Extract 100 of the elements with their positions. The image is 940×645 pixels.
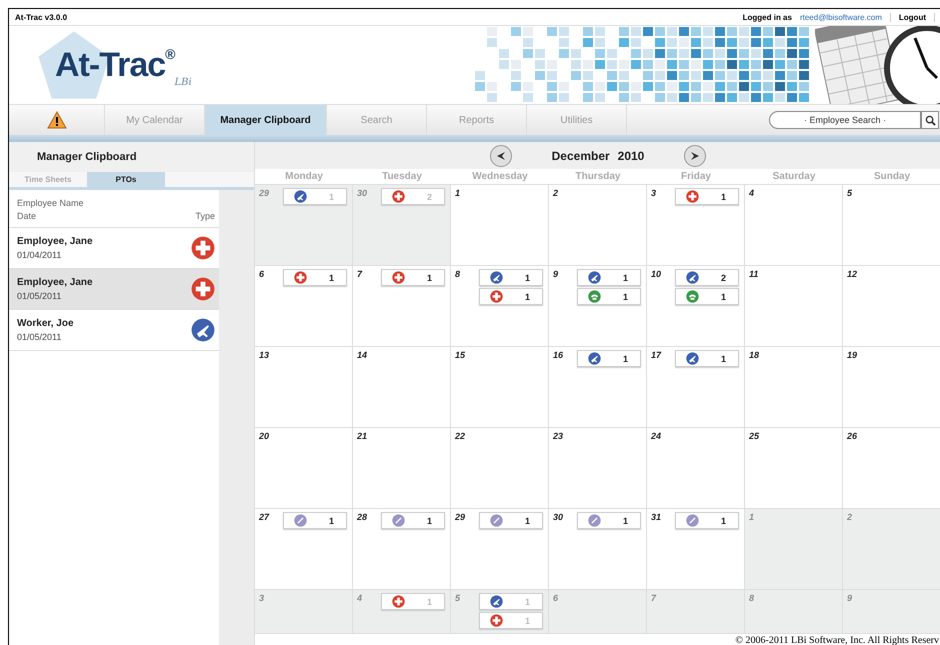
- day-cell[interactable]: 31 1: [647, 508, 745, 589]
- day-cell[interactable]: 1: [451, 184, 549, 265]
- day-number: 25: [749, 431, 760, 443]
- leave-entry[interactable]: 1: [381, 269, 445, 286]
- leave-entry[interactable]: 1: [577, 288, 641, 305]
- logout-link[interactable]: Logout: [890, 12, 935, 22]
- day-cell[interactable]: 23: [549, 427, 647, 508]
- day-cell[interactable]: 3 1: [647, 184, 745, 265]
- warning-icon[interactable]: [46, 111, 66, 129]
- plane-icon: [191, 318, 215, 342]
- previous-month-button[interactable]: [490, 144, 512, 167]
- panel-title: Manager Clipboard: [9, 142, 254, 172]
- day-number: 2: [847, 512, 854, 524]
- day-number: 6: [259, 269, 266, 281]
- day-cell[interactable]: 14: [353, 346, 451, 427]
- day-number: 7: [651, 593, 658, 605]
- employee-name: Employee, Jane: [17, 277, 93, 288]
- day-cell[interactable]: 6 1: [255, 265, 353, 346]
- day-cell[interactable]: 2: [549, 184, 647, 265]
- day-number: 13: [259, 350, 270, 362]
- plane-icon: [588, 352, 601, 365]
- phone-icon: [686, 290, 699, 303]
- column-header: Date: [17, 211, 38, 221]
- day-cell[interactable]: 20: [255, 427, 353, 508]
- day-cell[interactable]: 28 1: [353, 508, 451, 589]
- leave-count: 1: [328, 192, 334, 202]
- day-cell[interactable]: 29 1: [451, 508, 549, 589]
- cross-icon: [490, 614, 503, 627]
- day-cell[interactable]: 30 1: [549, 508, 647, 589]
- weekday-header: Saturday: [772, 171, 816, 182]
- logged-in-label: Logged in as: [742, 12, 792, 22]
- day-cell[interactable]: 21: [353, 427, 451, 508]
- day-number: 28: [357, 512, 368, 524]
- month-label: December: [552, 148, 610, 163]
- leave-entry[interactable]: 1: [577, 350, 641, 367]
- request-date: 01/04/2011: [17, 250, 62, 260]
- plane-icon: [686, 352, 699, 365]
- day-cell[interactable]: 4: [745, 184, 843, 265]
- day-number: 1: [455, 188, 462, 200]
- right-arrow-icon: [690, 150, 700, 161]
- leave-entry[interactable]: 1: [675, 512, 739, 529]
- next-month-button[interactable]: [684, 144, 706, 167]
- day-number: 30: [553, 512, 564, 524]
- day-cell[interactable]: 16 1: [549, 346, 647, 427]
- leave-entry[interactable]: 1: [675, 188, 739, 205]
- day-cell[interactable]: 11: [745, 265, 843, 346]
- day-number: 3: [651, 188, 658, 200]
- leave-count: 1: [524, 272, 530, 282]
- employee-name: Worker, Joe: [17, 318, 74, 329]
- day-cell[interactable]: 7 1: [353, 265, 451, 346]
- weekday-header: Wednesday: [471, 171, 529, 182]
- leave-count: 1: [622, 354, 628, 364]
- search-icon: [924, 114, 936, 126]
- leave-entry[interactable]: 1: [283, 269, 347, 286]
- day-cell[interactable]: 17 1: [647, 346, 745, 427]
- day-cell[interactable]: 25: [745, 427, 843, 508]
- search-button[interactable]: [921, 111, 939, 129]
- day-number: 11: [749, 269, 760, 281]
- day-number: 4: [357, 593, 364, 605]
- leave-count: 2: [720, 272, 726, 282]
- day-cell[interactable]: 10 2 1: [647, 265, 745, 346]
- day-cell[interactable]: 27 1: [255, 508, 353, 589]
- day-number: 2: [553, 188, 560, 200]
- leave-count: 1: [524, 596, 530, 606]
- day-number: 14: [357, 350, 368, 362]
- leave-entry[interactable]: 1: [479, 269, 543, 286]
- leave-entry[interactable]: 1: [675, 350, 739, 367]
- slash-icon: [294, 514, 307, 527]
- day-number: 17: [651, 350, 662, 362]
- employee-row[interactable]: Employee, Jane 01/05/2011: [9, 269, 219, 310]
- day-cell[interactable]: 8 1 1: [451, 265, 549, 346]
- leave-entry[interactable]: 1: [381, 512, 445, 529]
- panel-tab[interactable]: PTOs: [87, 172, 165, 187]
- day-cell[interactable]: 9 1 1: [549, 265, 647, 346]
- day-cell[interactable]: 13: [255, 346, 353, 427]
- day-number: 27: [259, 512, 270, 524]
- day-number: 23: [553, 431, 564, 443]
- leave-entry[interactable]: 1: [675, 288, 739, 305]
- leave-entry[interactable]: 1: [577, 269, 641, 286]
- leave-entry[interactable]: 1: [479, 288, 543, 305]
- day-cell[interactable]: 24: [647, 427, 745, 508]
- day-cell[interactable]: 15: [451, 346, 549, 427]
- cross-icon: [490, 290, 503, 303]
- day-number: 5: [847, 188, 854, 200]
- user-email-link[interactable]: rteed@lbisoftware.com: [800, 12, 882, 22]
- day-cell[interactable]: 18: [745, 346, 843, 427]
- leave-entry[interactable]: 1: [479, 512, 543, 529]
- cross-icon: [392, 271, 405, 284]
- leave-entry[interactable]: 1: [577, 512, 641, 529]
- leave-count: 1: [720, 354, 726, 364]
- employee-search-field[interactable]: · Employee Search ·: [769, 111, 921, 129]
- leave-entry[interactable]: 2: [675, 269, 739, 286]
- day-number: 1: [749, 512, 756, 524]
- slash-icon: [392, 514, 405, 527]
- leave-entry[interactable]: 1: [283, 512, 347, 529]
- slash-icon: [588, 514, 601, 527]
- column-header: Type: [195, 211, 215, 221]
- day-cell[interactable]: 22: [451, 427, 549, 508]
- day-number: 16: [553, 350, 564, 362]
- nav-tab[interactable]: Manager Clipboard: [205, 105, 327, 135]
